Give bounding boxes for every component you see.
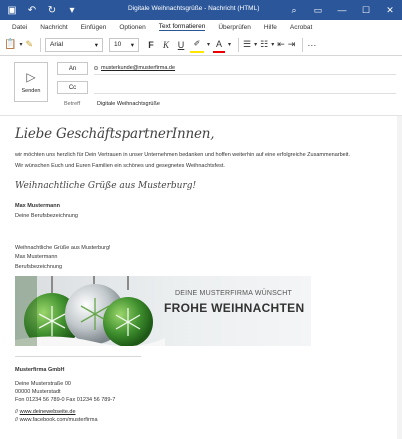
- window-controls: ⌕ ▭ — ☐ ✕: [282, 0, 402, 20]
- signature-title: Deine Berufsbezeichnung: [15, 213, 78, 219]
- regards-script: Weihnachtliche Grüße aus Musterburg!: [15, 181, 197, 191]
- highlight-icon[interactable]: ✐: [190, 37, 205, 53]
- font-size-select[interactable]: 10 ▾: [109, 37, 140, 52]
- tab-ueberpruefen[interactable]: Überprüfen: [218, 24, 251, 31]
- chevron-down-icon: ▾: [94, 41, 99, 49]
- company-city: 00000 Musterstadt: [15, 389, 61, 395]
- window-title: Digitale Weihnachtsgrüße - Nachricht (HT…: [128, 5, 260, 12]
- website-link[interactable]: www.deinewebseite.de: [20, 409, 76, 415]
- regards-plain: Weihnachtliche Grüße aus Musterburg!: [15, 245, 111, 251]
- to-button[interactable]: An: [57, 62, 88, 75]
- subject-label: Betreff: [64, 101, 81, 107]
- underline-button[interactable]: U: [175, 37, 187, 53]
- highlight-dropdown-icon[interactable]: ▾: [207, 37, 210, 53]
- font-family-value: Arial: [50, 41, 64, 48]
- signature-divider: ————————————————————————————: [15, 354, 142, 360]
- banner-title: FROHE WEIHNACHTEN: [164, 301, 305, 315]
- to-recipient[interactable]: musterkunde@musterfirma.de: [101, 65, 175, 71]
- send-button[interactable]: ▷ Senden: [14, 62, 48, 102]
- company-phone: Fon 01234 56 789-0 Fax 01234 56 789-7: [15, 397, 116, 403]
- font-color-dropdown-icon[interactable]: ▾: [228, 37, 231, 53]
- increase-indent-icon[interactable]: ⇥: [288, 37, 296, 53]
- bullet-list-icon[interactable]: ☰: [243, 37, 251, 53]
- close-icon[interactable]: ✕: [378, 0, 402, 20]
- bold-button[interactable]: F: [145, 37, 157, 53]
- decrease-indent-icon[interactable]: ⇤: [277, 37, 285, 53]
- tab-einfuegen[interactable]: Einfügen: [81, 24, 107, 31]
- body-paragraph: wir möchten uns herzlich für Dein Vertra…: [15, 152, 350, 158]
- italic-button[interactable]: K: [160, 37, 172, 53]
- facebook-line: // www.facebook.com/musterfirma: [15, 417, 98, 423]
- send-icon: ▷: [26, 70, 36, 84]
- title-bar: ▣ ↶ ↻ ▾ Digitale Weihnachtsgrüße - Nachr…: [0, 0, 402, 20]
- banner-subtitle: DEINE MUSTERFIRMA WÜNSCHT: [175, 290, 292, 297]
- website-line: // www.deinewebseite.de: [15, 409, 76, 415]
- search-icon[interactable]: ⌕: [282, 0, 306, 20]
- body-paragraph: Wir wünschen Euch und Euren Familien ein…: [15, 163, 225, 169]
- ribbon-toolbar: 📋 ▾ ✎ Arial ▾ 10 ▾ F K U ✐ ▾ A ▾ ☰ ▾ ☷ ▾…: [0, 34, 402, 56]
- vertical-scrollbar[interactable]: [397, 116, 402, 439]
- signature-name: Max Mustermann: [15, 203, 60, 209]
- customize-quick-access-icon[interactable]: ▾: [66, 5, 78, 16]
- tab-hilfe[interactable]: Hilfe: [264, 24, 277, 31]
- subject-input[interactable]: Digitale Weihnachtsgrüße: [97, 101, 160, 107]
- paste-dropdown-icon[interactable]: ▾: [19, 37, 22, 53]
- chevron-down-icon: ▾: [130, 41, 135, 49]
- more-options-icon[interactable]: ···: [307, 37, 316, 53]
- company-name: Musterfirma GmbH: [15, 367, 65, 373]
- font-family-select[interactable]: Arial ▾: [45, 37, 104, 52]
- tab-nachricht[interactable]: Nachricht: [40, 24, 67, 31]
- signature-name: Max Mustermann: [15, 254, 58, 260]
- font-size-value: 10: [114, 41, 122, 48]
- divider: [40, 37, 42, 52]
- ribbon-tabs: Datei Nachricht Einfügen Optionen Text f…: [0, 20, 402, 34]
- maximize-icon[interactable]: ☐: [354, 0, 378, 20]
- ribbon-display-icon[interactable]: ▭: [306, 0, 330, 20]
- to-field[interactable]: musterkunde@musterfirma.de: [94, 62, 396, 75]
- cc-field[interactable]: [94, 81, 396, 94]
- format-painter-icon[interactable]: ✎: [25, 37, 33, 53]
- greeting-heading: Liebe GeschäftspartnerInnen,: [15, 126, 215, 142]
- minimize-icon[interactable]: —: [330, 0, 354, 20]
- company-street: Deine Musterstraße 00: [15, 381, 71, 387]
- signature-title: Berufsbezeichnung: [15, 264, 63, 270]
- christmas-banner: DEINE MUSTERFIRMA WÜNSCHT FROHE WEIHNACH…: [15, 276, 311, 346]
- tab-optionen[interactable]: Optionen: [119, 24, 145, 31]
- numbered-list-dropdown-icon[interactable]: ▾: [271, 37, 274, 53]
- send-label: Senden: [21, 88, 41, 94]
- font-color-button[interactable]: A: [213, 37, 226, 53]
- undo-icon[interactable]: ↶: [26, 5, 38, 16]
- divider: [302, 37, 304, 52]
- message-body[interactable]: Liebe GeschäftspartnerInnen, wir möchten…: [0, 116, 402, 439]
- bullet-list-dropdown-icon[interactable]: ▾: [254, 37, 257, 53]
- tab-text-formatieren[interactable]: Text formatieren: [158, 23, 206, 31]
- numbered-list-icon[interactable]: ☷: [260, 37, 268, 53]
- cc-button[interactable]: Cc: [57, 81, 88, 94]
- recipient-icon: [94, 66, 98, 70]
- tab-acrobat[interactable]: Acrobat: [290, 24, 312, 31]
- divider: [238, 37, 240, 52]
- compose-header: ▷ Senden An musterkunde@musterfirma.de C…: [0, 56, 402, 116]
- paste-icon[interactable]: 📋: [4, 37, 16, 53]
- tab-datei[interactable]: Datei: [12, 24, 27, 31]
- redo-icon[interactable]: ↻: [46, 5, 58, 16]
- save-icon[interactable]: ▣: [6, 5, 18, 16]
- quick-access-toolbar: ▣ ↶ ↻ ▾: [0, 5, 78, 16]
